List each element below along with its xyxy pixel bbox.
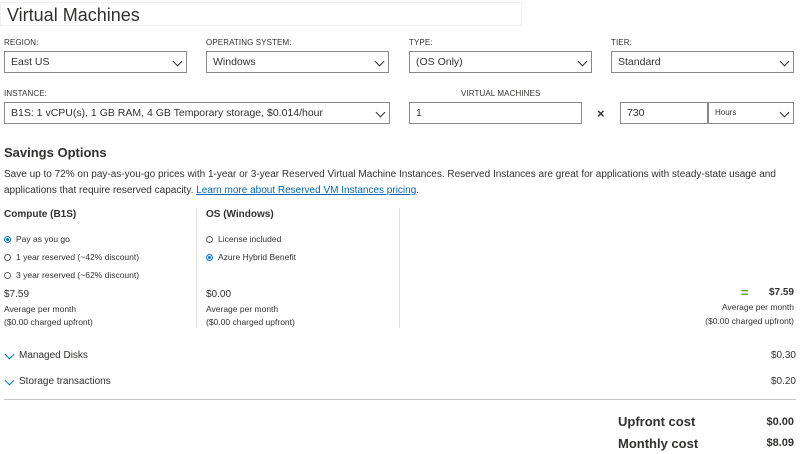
result-upfront: ($0.00 charged upfront) [705, 316, 794, 326]
radio-icon[interactable] [206, 235, 213, 243]
section-value: $0.30 [770, 350, 796, 361]
os-license-per-month: Average per month [206, 304, 279, 314]
hours-unit-value: Hours [715, 108, 737, 117]
instance-value: B1S: 1 vCPU(s), 1 GB RAM, 4 GB Temporary… [11, 107, 324, 119]
os-option-label: License included [218, 234, 282, 244]
instance-select[interactable]: B1S: 1 vCPU(s), 1 GB RAM, 4 GB Temporary… [4, 102, 390, 124]
upfront-cost-value: $0.00 [766, 416, 794, 428]
compute-option-label: 3 year reserved (~62% discount) [16, 270, 140, 280]
region-value: East US [11, 56, 50, 68]
type-label: TYPE: [409, 38, 433, 47]
os-value: Windows [213, 56, 256, 68]
tier-value: Standard [618, 56, 661, 68]
type-select[interactable]: (OS Only) [409, 51, 592, 73]
vm-count-label: VIRTUAL MACHINES [461, 89, 541, 98]
managed-disks-section[interactable]: Managed Disks $0.30 [4, 349, 796, 363]
os-option-license-included[interactable]: License included [206, 233, 296, 245]
page-title[interactable]: Virtual Machines [0, 2, 522, 26]
compute-option-label: 1 year reserved (~42% discount) [16, 252, 140, 262]
os-option-hybrid-benefit[interactable]: Azure Hybrid Benefit [206, 251, 296, 263]
os-label: OPERATING SYSTEM: [206, 38, 292, 47]
radio-selected-icon[interactable] [206, 253, 213, 261]
region-label: REGION: [4, 38, 39, 47]
storage-transactions-section[interactable]: Storage transactions $0.20 [4, 375, 796, 389]
type-value: (OS Only) [416, 56, 463, 68]
monthly-cost-value: $8.09 [766, 437, 794, 449]
compute-option-1yr[interactable]: 1 year reserved (~42% discount) [4, 251, 139, 263]
section-label: Storage transactions [19, 376, 111, 387]
section-value: $0.20 [770, 376, 796, 387]
region-select[interactable]: East US [4, 51, 187, 73]
column-divider [196, 208, 197, 328]
column-divider [399, 208, 400, 328]
monthly-cost-label: Monthly cost [618, 436, 699, 451]
radio-icon[interactable] [4, 271, 11, 279]
instance-label: INSTANCE: [4, 89, 47, 98]
divider [4, 399, 796, 400]
savings-description: Save up to 72% on pay-as-you-go prices w… [4, 167, 796, 199]
section-label: Managed Disks [19, 350, 88, 361]
multiply-icon: × [597, 106, 605, 121]
result-price: $7.59 [768, 287, 794, 298]
compute-options: Pay as you go 1 year reserved (~42% disc… [4, 233, 139, 281]
savings-link-suffix: . [416, 185, 420, 196]
equals-icon: = [741, 285, 749, 300]
compute-option-payg[interactable]: Pay as you go [4, 233, 139, 245]
upfront-cost-label: Upfront cost [618, 414, 696, 429]
os-license-options: License included Azure Hybrid Benefit [206, 233, 296, 263]
compute-price: $7.59 [4, 289, 30, 300]
tier-label: TIER: [611, 38, 632, 47]
compute-title: Compute (B1S) [4, 209, 77, 220]
compute-per-month: Average per month [4, 304, 77, 314]
chevron-down-icon [375, 107, 386, 118]
savings-title: Savings Options [4, 145, 107, 160]
chevron-down-icon [172, 56, 183, 67]
os-license-title: OS (Windows) [206, 209, 274, 220]
vm-count-input[interactable]: 1 [409, 102, 582, 124]
os-option-label: Azure Hybrid Benefit [218, 252, 296, 262]
chevron-down-icon[interactable] [4, 349, 15, 360]
tier-select[interactable]: Standard [611, 51, 794, 73]
chevron-down-icon [577, 56, 588, 67]
result-per-month: Average per month [721, 302, 794, 312]
hours-unit-select[interactable]: Hours [708, 102, 794, 124]
chevron-down-icon [374, 56, 385, 67]
compute-option-3yr[interactable]: 3 year reserved (~62% discount) [4, 269, 139, 281]
reserved-instances-link[interactable]: Learn more about Reserved VM Instances p… [196, 185, 416, 196]
hours-input[interactable]: 730 [620, 102, 708, 124]
compute-option-label: Pay as you go [16, 234, 70, 244]
os-license-price: $0.00 [206, 289, 232, 300]
radio-icon[interactable] [4, 253, 11, 261]
os-select[interactable]: Windows [206, 51, 389, 73]
os-license-upfront: ($0.00 charged upfront) [206, 317, 295, 327]
chevron-down-icon[interactable] [4, 375, 15, 386]
radio-selected-icon[interactable] [4, 235, 11, 243]
compute-upfront: ($0.00 charged upfront) [4, 317, 93, 327]
chevron-down-icon [779, 56, 790, 67]
chevron-down-icon [779, 107, 790, 118]
